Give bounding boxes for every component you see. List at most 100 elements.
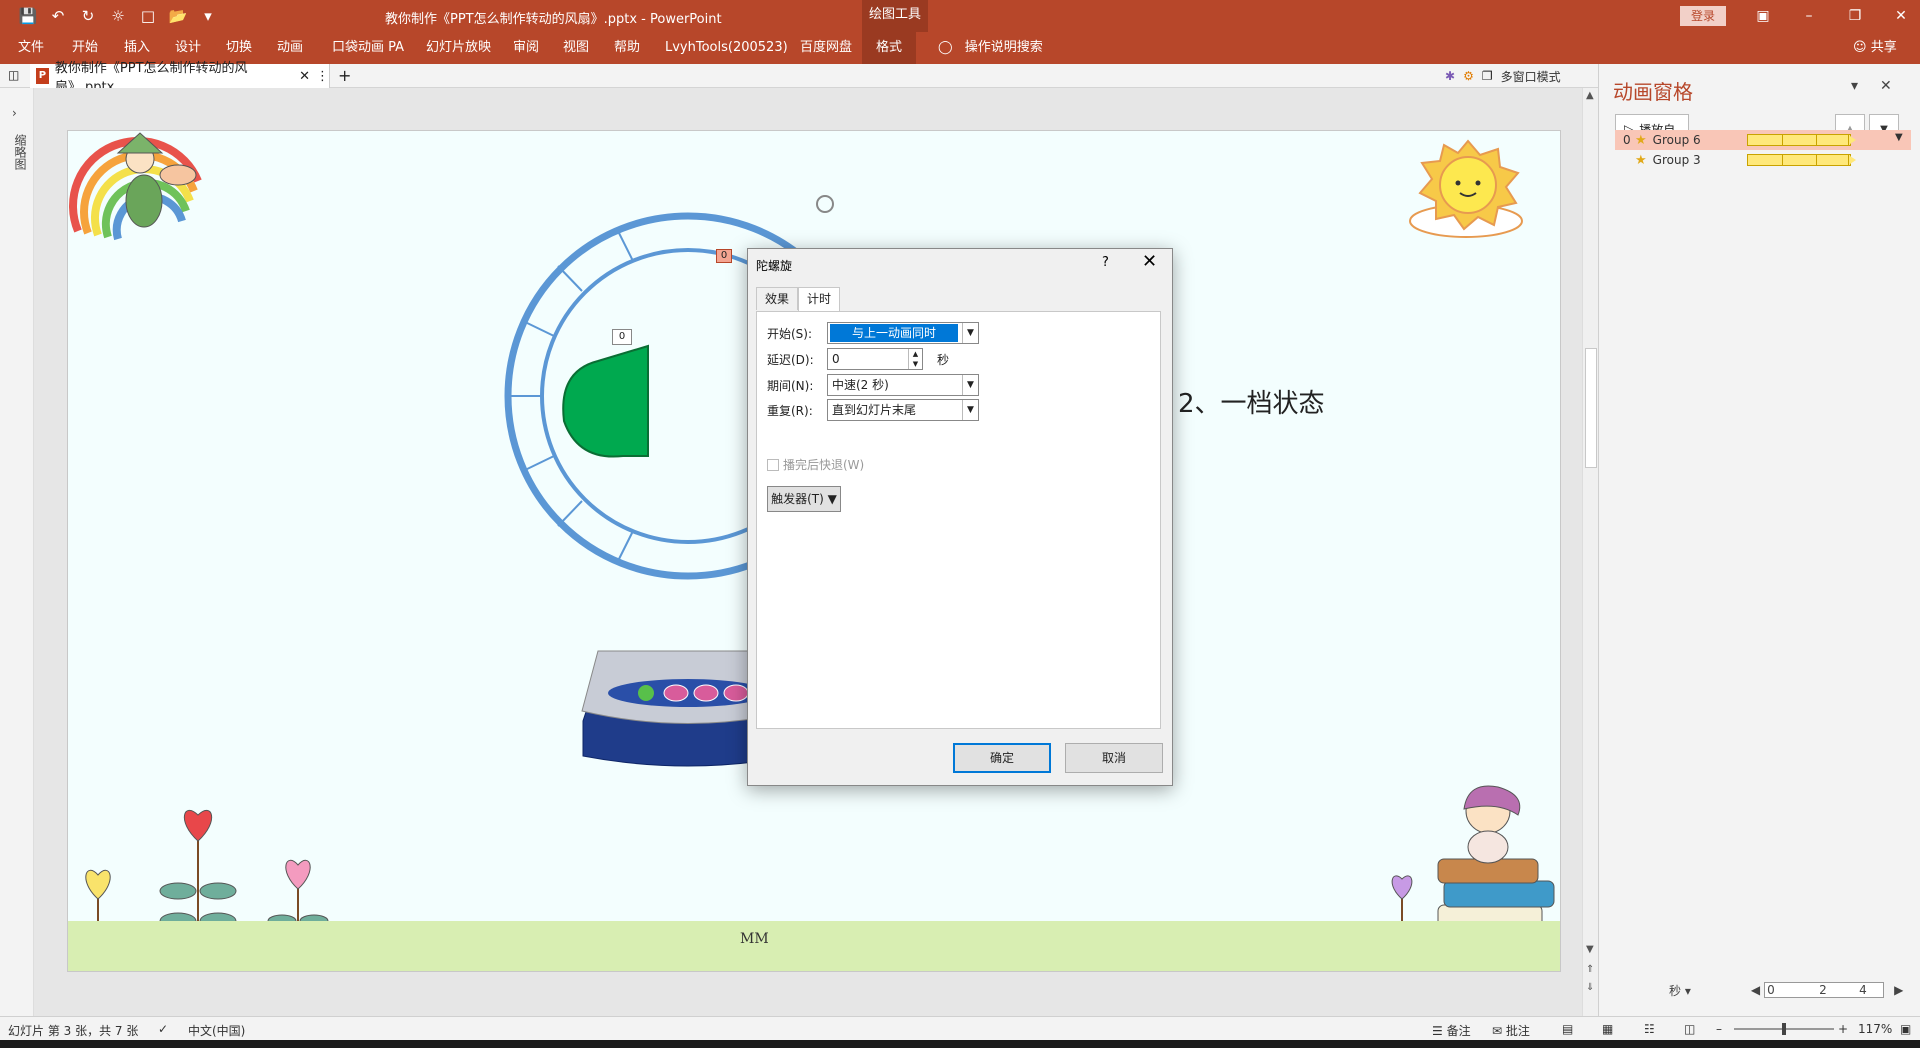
share-button[interactable]: ☺ 共享 — [1853, 32, 1897, 64]
trigger-button[interactable]: 触发器(T) ▼ — [767, 486, 841, 512]
emphasis-star-icon: ★ — [1635, 132, 1647, 148]
normal-view-icon[interactable]: ▤ — [1562, 1022, 1573, 1036]
scroll-up-icon[interactable]: ▲ — [1586, 90, 1594, 101]
vertical-scrollbar[interactable]: ▲ ▼ ⇑ ⇓ — [1582, 88, 1598, 1016]
tab-slideshow[interactable]: 幻灯片放映 — [426, 32, 491, 64]
minimize-icon[interactable]: – — [1786, 0, 1832, 32]
close-tab-icon[interactable]: ✕ — [299, 69, 310, 84]
rotate-handle-icon[interactable] — [816, 195, 834, 213]
settings-gear-icon[interactable]: ⚙ — [1463, 69, 1474, 83]
language-indicator[interactable]: 中文(中国) — [188, 1022, 245, 1039]
timing-bar[interactable] — [1747, 154, 1856, 166]
spin-effect-dialog: 陀螺旋 ? ✕ 效果 计时 开始(S): 与上一动画同时 ▼ 延迟(D): 0 … — [747, 248, 1173, 786]
animation-pane: 动画窗格 ▾ ✕ ▷ 播放自 ▲ ▼ 0 ★ Group 6 ▼ ★ Group… — [1598, 64, 1920, 1016]
expand-thumbnails-icon[interactable]: › — [12, 106, 17, 120]
close-icon[interactable]: ✕ — [1878, 0, 1920, 32]
window-title: 教你制作《PPT怎么制作转动的风扇》.pptx - PowerPoint — [385, 12, 722, 27]
window-icon: ❐ — [1481, 69, 1493, 83]
list-item[interactable]: 0 ★ Group 6 ▼ — [1615, 130, 1911, 150]
zoom-level[interactable]: 117% — [1858, 1022, 1892, 1036]
spinner-icon[interactable]: ▲ ▼ — [908, 349, 922, 369]
comments-button[interactable]: ✉ 批注 — [1492, 1022, 1530, 1039]
next-slide-icon[interactable]: ⇓ — [1586, 982, 1594, 993]
thumbnail-label[interactable]: 缩略图 — [12, 134, 29, 170]
scroll-down-icon[interactable]: ▼ — [1586, 944, 1594, 955]
reading-view-icon[interactable]: ☷ — [1644, 1022, 1655, 1036]
ok-button[interactable]: 确定 — [953, 743, 1051, 773]
new-file-icon[interactable]: □ — [138, 6, 158, 26]
timeline-left-icon[interactable]: ◀ — [1751, 983, 1760, 997]
tab-effect[interactable]: 效果 — [756, 287, 799, 310]
start-row: 开始(S): 与上一动画同时 ▼ — [767, 322, 979, 344]
slideshow-icon[interactable]: ◫ — [1684, 1022, 1695, 1036]
tab-pocket-animation[interactable]: 口袋动画 PA — [332, 32, 404, 64]
document-tab-bar: ◫ P 教你制作《PPT怎么制作转动的风扇》.pptx ✕ ⋮ + ✱ ⚙ ❐ … — [0, 61, 1598, 95]
notes-button[interactable]: ☰ 备注 — [1432, 1022, 1471, 1039]
pane-options-icon[interactable]: ▾ — [1851, 78, 1858, 94]
zoom-in-icon[interactable]: + — [1838, 1022, 1848, 1036]
timeline-ruler: 秒 ▾ ◀ 0 2 4 ▶ — [1669, 980, 1909, 1000]
slide-caption[interactable]: 2、一档状态 — [1178, 383, 1325, 420]
item-dropdown-icon[interactable]: ▼ — [1895, 132, 1903, 143]
previous-slide-icon[interactable]: ⇑ — [1586, 964, 1594, 975]
timeline-scale: 0 2 4 — [1764, 982, 1885, 998]
restore-icon[interactable]: ❐ — [1832, 0, 1878, 32]
timeline-unit[interactable]: 秒 ▾ — [1669, 982, 1691, 999]
zoom-slider-thumb[interactable] — [1782, 1023, 1786, 1035]
ribbon-tabs: 文件 开始 插入 设计 切换 动画 口袋动画 PA 幻灯片放映 审阅 视图 帮助… — [0, 32, 1920, 64]
redo-icon[interactable]: ↻ — [78, 6, 98, 26]
timeline-right-icon[interactable]: ▶ — [1894, 983, 1903, 997]
emphasis-star-icon: ★ — [1635, 152, 1647, 168]
undo-icon[interactable]: ↶ — [48, 6, 68, 26]
taskbar — [0, 1040, 1920, 1048]
sidebar-toggle-icon[interactable]: ◫ — [8, 68, 19, 82]
window-controls: ▣ – ❐ ✕ — [1740, 0, 1920, 32]
tab-format[interactable]: 格式 — [862, 32, 917, 64]
duration-select[interactable]: 中速(2 秒) ▼ — [827, 374, 979, 396]
customize-qat-icon[interactable]: ▾ — [198, 6, 218, 26]
animation-order-tag-left[interactable]: 0 — [612, 329, 632, 345]
fit-to-window-icon[interactable]: ▣ — [1900, 1022, 1911, 1036]
tab-baidu-netdisk[interactable]: 百度网盘 — [800, 32, 852, 64]
tab-review[interactable]: 审阅 — [513, 32, 539, 64]
cancel-button[interactable]: 取消 — [1065, 743, 1163, 773]
scrollbar-thumb[interactable] — [1585, 348, 1597, 468]
slide-sorter-icon[interactable]: ▦ — [1602, 1022, 1613, 1036]
pane-close-icon[interactable]: ✕ — [1880, 78, 1892, 94]
document-tab[interactable]: P 教你制作《PPT怎么制作转动的风扇》.pptx ✕ ⋮ — [30, 61, 330, 95]
save-icon[interactable]: 💾 — [18, 6, 38, 26]
zoom-out-icon[interactable]: – — [1716, 1022, 1722, 1036]
tools-icon[interactable]: ✱ — [1445, 69, 1455, 83]
list-item[interactable]: ★ Group 3 — [1615, 150, 1911, 170]
help-button[interactable]: ? — [1102, 255, 1109, 270]
spellcheck-icon[interactable]: ✓ — [158, 1022, 168, 1036]
present-icon[interactable]: ☼ — [108, 6, 128, 26]
checkbox-box[interactable] — [767, 458, 779, 471]
start-select[interactable]: 与上一动画同时 ▼ — [827, 322, 979, 344]
pane-header-buttons: ▾ ✕ — [1851, 78, 1892, 94]
animation-order-tag[interactable]: 0 — [716, 249, 732, 263]
ribbon-display-icon[interactable]: ▣ — [1740, 0, 1786, 32]
rewind-checkbox[interactable]: 播完后快退(W) — [767, 456, 864, 473]
dialog-close-icon[interactable]: ✕ — [1142, 251, 1157, 272]
docbar-tools: ✱ ⚙ ❐ 多窗口模式 — [1445, 64, 1561, 88]
timing-bar[interactable] — [1747, 134, 1856, 146]
new-tab-icon[interactable]: + — [338, 66, 351, 85]
tell-me-search[interactable]: ◯ 操作说明搜索 — [938, 32, 1043, 64]
open-folder-icon[interactable]: 📂 — [168, 6, 188, 26]
multi-window-mode-button[interactable]: 多窗口模式 — [1501, 68, 1561, 85]
login-button[interactable]: 登录 — [1680, 6, 1726, 26]
tab-file[interactable]: 文件 — [18, 32, 44, 64]
more-icon[interactable]: ⋮ — [316, 69, 329, 84]
tab-lvyhtools[interactable]: LvyhTools(200523) — [665, 32, 788, 64]
tab-timing[interactable]: 计时 — [798, 287, 841, 312]
contextual-tab-drawing-tools: 绘图工具 — [862, 0, 928, 32]
duration-row: 期间(N): 中速(2 秒) ▼ — [767, 374, 979, 396]
powerpoint-icon: P — [36, 68, 49, 84]
tab-help[interactable]: 帮助 — [614, 32, 640, 64]
tab-view[interactable]: 视图 — [563, 32, 589, 64]
delay-input[interactable]: 0 ▲ ▼ — [827, 348, 923, 370]
person-icon: ☺ — [1853, 40, 1867, 55]
sun-clipart — [1409, 139, 1523, 238]
repeat-select[interactable]: 直到幻灯片末尾 ▼ — [827, 399, 979, 421]
